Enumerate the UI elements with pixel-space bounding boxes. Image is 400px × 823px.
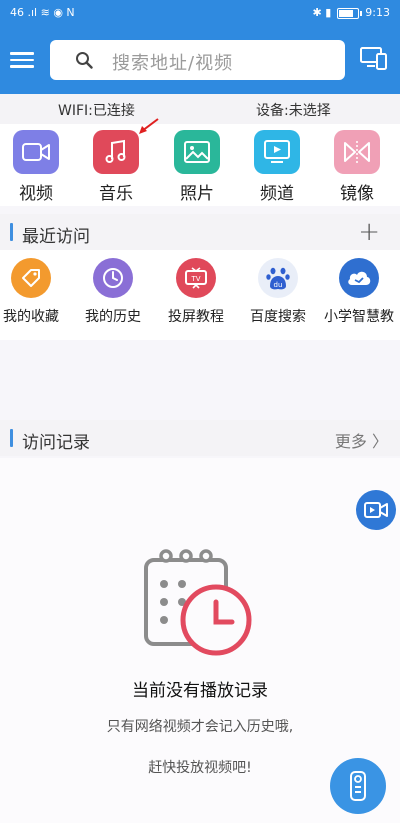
bluetooth-vibrate-icons: ✱ ▮ (312, 6, 332, 19)
empty-state-hint-1: 只有网络视频才会记入历史哦, (106, 719, 294, 735)
history-section-title: 访问记录 (22, 433, 90, 453)
recent-item-label: 投屏教程 (168, 309, 224, 325)
cloud-book-icon (339, 258, 379, 298)
battery-icon (337, 7, 363, 19)
music-note-icon (93, 130, 139, 174)
empty-state-title: 当前没有播放记录 (132, 681, 268, 701)
category-label: 视频 (19, 184, 53, 204)
signal-indicators: 46 .ıl ≋ ◉ N (10, 6, 75, 19)
spacer (0, 340, 400, 420)
svg-text:du: du (274, 281, 283, 289)
remote-control-button[interactable] (330, 758, 386, 814)
connection-info: WIFI:已连接 设备:未选择 (0, 94, 400, 124)
more-history-button[interactable]: 更多 〉 (335, 428, 388, 452)
video-camera-icon (364, 502, 388, 518)
more-label: 更多 (334, 432, 367, 451)
floating-video-button[interactable] (356, 490, 396, 530)
recent-item-label: 小学智慧教 (324, 309, 394, 325)
status-time: 9:13 (365, 6, 390, 19)
search-input[interactable]: 搜索地址/视频 (50, 40, 345, 80)
add-shortcut-button[interactable]: + (358, 219, 380, 245)
tag-icon (11, 258, 51, 298)
photo-icon (174, 130, 220, 174)
category-label: 照片 (180, 184, 214, 204)
category-music[interactable]: 音乐 (86, 130, 146, 204)
wifi-status: WIFI:已连接 (58, 103, 135, 119)
tv-play-icon (254, 130, 300, 174)
menu-icon-line (10, 58, 34, 61)
device-status[interactable]: 设备:未选择 (256, 100, 331, 120)
menu-icon-line (10, 65, 34, 68)
remote-control-icon (350, 771, 366, 801)
category-video[interactable]: 视频 (6, 130, 66, 204)
category-channel[interactable]: 频道 (247, 130, 307, 204)
empty-history-illustration (144, 549, 252, 656)
status-bar: 46 .ıl ≋ ◉ N ✱ ▮ 9:13 (0, 0, 400, 28)
recent-item-history[interactable]: 我的历史 (74, 258, 152, 338)
section-accent-bar (10, 223, 13, 241)
chevron-right-icon: 〉 (371, 432, 388, 451)
red-arrow-annotation (139, 118, 159, 134)
video-camera-icon (13, 130, 59, 174)
menu-button[interactable] (10, 48, 34, 70)
recent-section-header: 最近访问 + (0, 214, 400, 250)
search-icon (76, 52, 93, 69)
recent-item-baidu[interactable]: du 百度搜索 (239, 258, 317, 338)
app-header: 46 .ıl ≋ ◉ N ✱ ▮ 9:13 搜索地址/视频 (0, 0, 400, 94)
mirror-icon (334, 130, 380, 174)
category-label: 音乐 (99, 184, 133, 204)
baidu-paw-icon: du (258, 258, 298, 298)
history-section-header: 访问记录 更多 〉 (0, 420, 400, 456)
recent-item-label: 我的历史 (85, 309, 141, 325)
recent-items-row: 我的收藏 我的历史 TV 投屏教程 du 百度搜索 小学智慧教 (0, 250, 400, 340)
recent-item-favorites[interactable]: 我的收藏 (0, 258, 70, 338)
device-screen-icon[interactable] (360, 46, 388, 72)
recent-item-education[interactable]: 小学智慧教 (320, 258, 398, 338)
category-row: 视频 音乐 照片 频道 镜像 (0, 124, 400, 206)
category-photo[interactable]: 照片 (167, 130, 227, 204)
recent-item-label: 百度搜索 (250, 309, 306, 325)
category-mirror[interactable]: 镜像 (327, 130, 387, 204)
recent-item-label: 我的收藏 (3, 309, 59, 325)
category-label: 频道 (260, 184, 294, 204)
clock-icon (93, 258, 133, 298)
search-placeholder: 搜索地址/视频 (112, 53, 234, 74)
menu-icon-line (10, 52, 34, 55)
recent-section-title: 最近访问 (22, 227, 90, 247)
tv-icon: TV (176, 258, 216, 298)
status-right: ✱ ▮ 9:13 (313, 6, 390, 20)
recent-item-tutorial[interactable]: TV 投屏教程 (157, 258, 235, 338)
category-label: 镜像 (340, 184, 374, 204)
status-left: 46 .ıl ≋ ◉ N (10, 6, 75, 20)
svg-text:TV: TV (190, 275, 200, 283)
section-accent-bar (10, 429, 13, 447)
